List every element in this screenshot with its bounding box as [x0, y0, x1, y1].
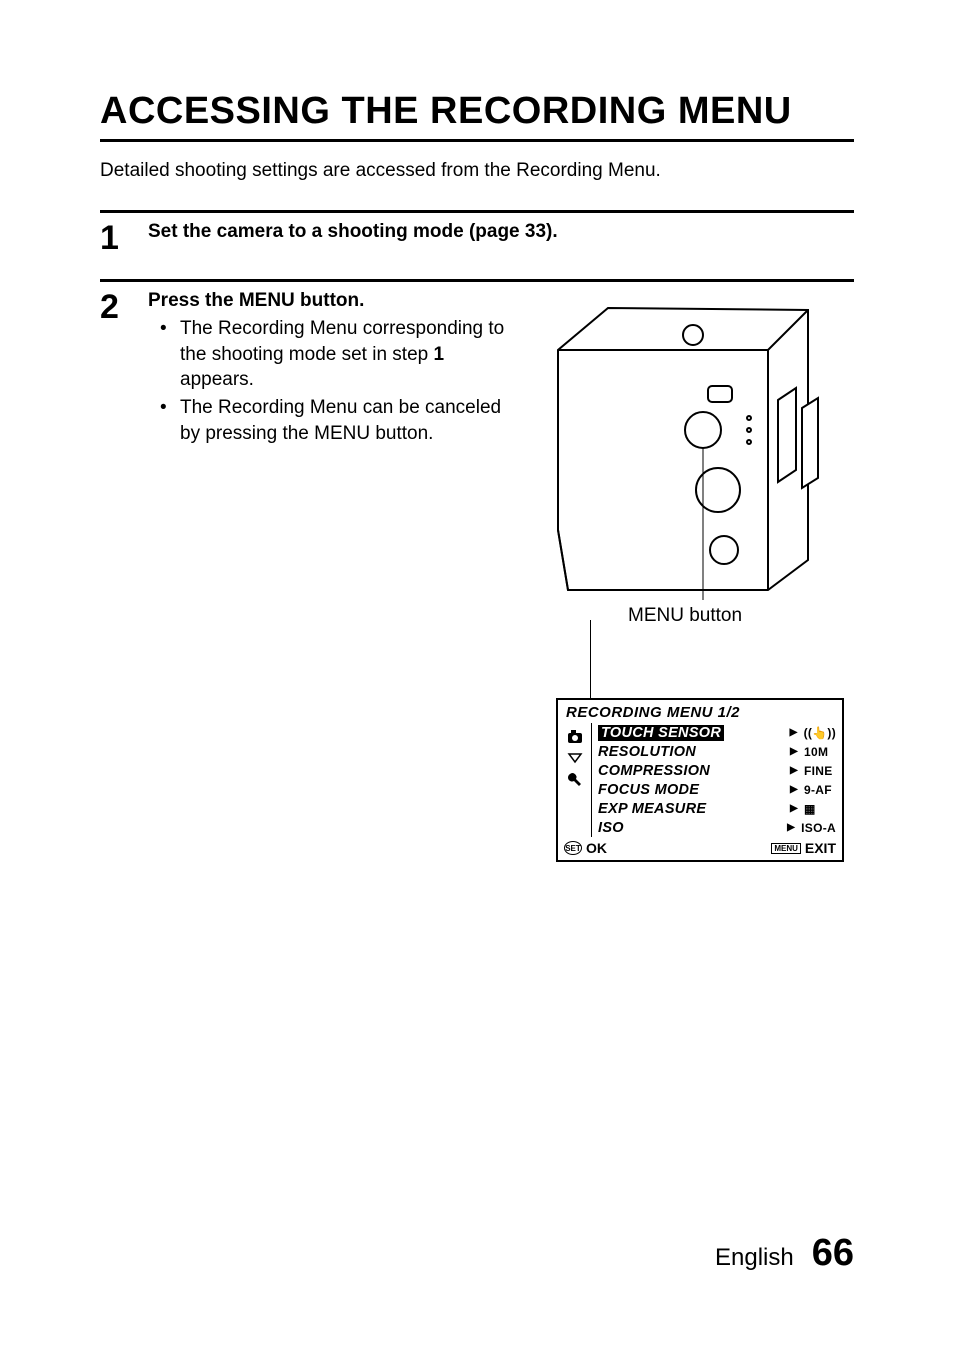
camera-illustration: MENU button — [538, 290, 838, 630]
leader-line — [590, 620, 591, 698]
menu-row-label: EXP MEASURE — [598, 801, 706, 817]
step-2: 2 Press the MENU button. The Recording M… — [100, 279, 854, 630]
menu-row-value: FINE — [804, 764, 836, 778]
menu-row-label: RESOLUTION — [598, 744, 696, 760]
menu-button-label: MENU button — [628, 605, 742, 627]
camera-icon — [565, 727, 585, 747]
menu-row: EXP MEASURE ▶ ▦ — [592, 799, 842, 818]
chevron-right-icon: ▶ — [790, 784, 798, 795]
arrow-down-icon — [565, 751, 585, 765]
step-2-number: 2 — [100, 290, 130, 630]
menu-row-label: TOUCH SENSOR — [598, 725, 724, 741]
step-1-number: 1 — [100, 221, 130, 255]
chevron-right-icon: ▶ — [790, 727, 798, 738]
menu-row: ISO ▶ ISO-A — [592, 818, 842, 837]
footer-page-number: 66 — [812, 1232, 854, 1275]
menu-row: RESOLUTION ▶ 10M — [592, 742, 842, 761]
menu-row-value: ▦ — [804, 802, 836, 816]
wrench-icon — [565, 769, 585, 789]
step-1-heading: Set the camera to a shooting mode (page … — [148, 221, 854, 243]
screen-footer: SET OK MENU EXIT — [558, 837, 842, 860]
menu-badge: MENU — [771, 843, 801, 854]
set-badge: SET — [564, 841, 582, 855]
menu-row-label: FOCUS MODE — [598, 782, 699, 798]
footer-language: English — [715, 1244, 794, 1272]
menu-row-value: 9-AF — [804, 783, 836, 797]
step-2-bullet-1: The Recording Menu corresponding to the … — [166, 316, 508, 393]
menu-row-value: ISO-A — [801, 821, 836, 835]
step-2-heading: Press the MENU button. — [148, 290, 508, 312]
menu-row: TOUCH SENSOR ▶ ((👆)) — [592, 723, 842, 742]
ok-label: OK — [586, 840, 607, 856]
menu-row-value: 10M — [804, 745, 836, 759]
menu-row-label: ISO — [598, 820, 624, 836]
chevron-right-icon: ▶ — [790, 803, 798, 814]
bullet-1-b: appears. — [180, 369, 254, 390]
menu-row: COMPRESSION ▶ FINE — [592, 761, 842, 780]
screen-menu-list: TOUCH SENSOR ▶ ((👆)) RESOLUTION ▶ 10M COMPRESS… — [592, 723, 842, 837]
bullet-1-bold: 1 — [434, 344, 445, 365]
exit-label: EXIT — [805, 840, 836, 856]
intro-text: Detailed shooting settings are accessed … — [100, 160, 854, 182]
screen-left-icons — [558, 723, 592, 837]
recording-menu-screen: RECORDING MENU 1/2 TOUCH SENSOR ▶ ((👆)) RES… — [556, 698, 844, 862]
screen-title: RECORDING MENU 1/2 — [558, 700, 842, 723]
chevron-right-icon: ▶ — [790, 746, 798, 757]
menu-row: FOCUS MODE ▶ 9-AF — [592, 780, 842, 799]
step-2-bullet-2: The Recording Menu can be canceled by pr… — [166, 395, 508, 446]
chevron-right-icon: ▶ — [790, 765, 798, 776]
chevron-right-icon: ▶ — [787, 822, 795, 833]
menu-row-value: ((👆)) — [804, 726, 836, 740]
page-footer: English 66 — [715, 1232, 854, 1275]
step-1: 1 Set the camera to a shooting mode (pag… — [100, 210, 854, 255]
menu-row-label: COMPRESSION — [598, 763, 710, 779]
page-title: ACCESSING THE RECORDING MENU — [100, 90, 854, 142]
bullet-1-a: The Recording Menu corresponding to the … — [180, 318, 504, 365]
